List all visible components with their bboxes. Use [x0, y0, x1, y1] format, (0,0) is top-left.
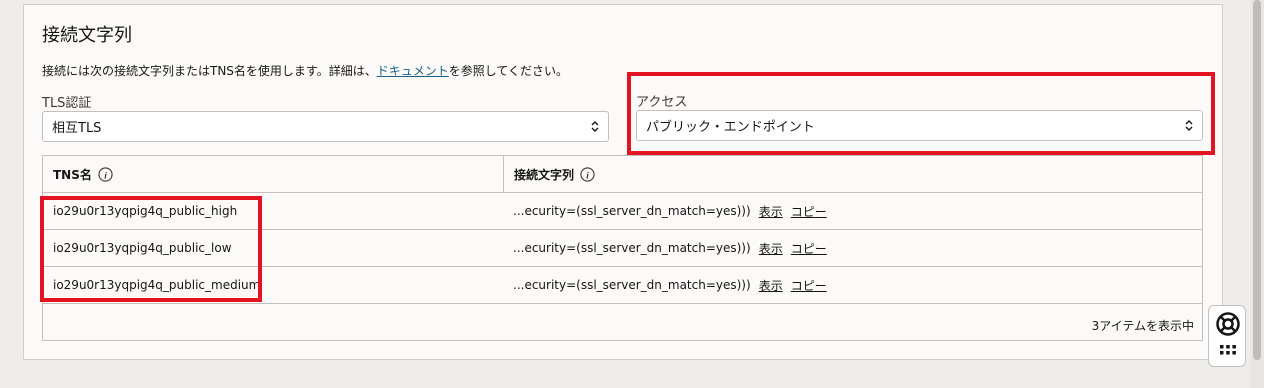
tls-label: TLS認証 [42, 96, 92, 111]
table-row: io29u0r13yqpig4q_public_low ...ecurity=(… [43, 230, 1202, 267]
column-header-tns-label: TNS名 [53, 167, 92, 182]
info-icon[interactable]: i [580, 166, 595, 182]
description-text-before: 接続には次の接続文字列またはTNS名を使用します。詳細は、 [42, 64, 377, 78]
svg-text:i: i [586, 171, 589, 181]
table-row: io29u0r13yqpig4q_public_high ...ecurity=… [43, 193, 1202, 230]
tls-select-value: 相互TLS [52, 121, 102, 136]
connection-string-text: ...ecurity=(ssl_server_dn_match=yes))) [513, 278, 751, 292]
table-header: TNS名 i 接続文字列 i [43, 156, 1202, 193]
show-link[interactable]: 表示 [759, 277, 783, 294]
item-count: 3アイテムを表示中 [1091, 319, 1194, 333]
connection-strings-table: TNS名 i 接続文字列 i io29u0r13yqpig4q_public_h… [42, 155, 1203, 341]
connection-string-text: ...ecurity=(ssl_server_dn_match=yes))) [513, 204, 751, 218]
panel-title: 接続文字列 [42, 25, 132, 46]
scrollbar-thumb[interactable] [1253, 0, 1261, 360]
column-header-tns: TNS名 i [53, 156, 503, 192]
copy-link[interactable]: コピー [791, 240, 827, 257]
grid-icon[interactable] [1219, 344, 1237, 360]
chevron-updown-icon [1185, 120, 1193, 131]
tls-select[interactable]: 相互TLS [42, 111, 609, 142]
access-select[interactable]: パブリック・エンドポイント [636, 110, 1203, 141]
tns-name-cell: io29u0r13yqpig4q_public_low [53, 241, 232, 255]
access-select-value: パブリック・エンドポイント [646, 120, 815, 135]
info-icon[interactable]: i [98, 166, 113, 182]
documentation-link[interactable]: ドキュメント [377, 64, 449, 78]
chevron-updown-icon [591, 121, 599, 132]
page-scrollbar[interactable] [1250, 0, 1264, 388]
description: 接続には次の接続文字列またはTNS名を使用します。詳細は、ドキュメントを参照して… [42, 62, 568, 79]
connection-string-cell: ...ecurity=(ssl_server_dn_match=yes))) 表… [513, 193, 827, 229]
tns-name-cell: io29u0r13yqpig4q_public_medium [53, 278, 261, 292]
table-row: io29u0r13yqpig4q_public_medium ...ecurit… [43, 267, 1202, 304]
help-widget[interactable] [1208, 305, 1246, 367]
copy-link[interactable]: コピー [791, 203, 827, 220]
description-text-after: を参照してください。 [448, 64, 569, 78]
column-header-connection-string-label: 接続文字列 [514, 167, 575, 182]
lifebuoy-icon[interactable] [1215, 311, 1241, 337]
tns-name-cell: io29u0r13yqpig4q_public_high [53, 204, 238, 218]
show-link[interactable]: 表示 [759, 203, 783, 220]
access-label: アクセス [636, 95, 688, 110]
svg-text:i: i [104, 171, 107, 181]
connection-string-cell: ...ecurity=(ssl_server_dn_match=yes))) 表… [513, 267, 827, 303]
column-header-connection-string: 接続文字列 i [503, 156, 1202, 192]
connection-strings-panel: 接続文字列 接続には次の接続文字列またはTNS名を使用します。詳細は、ドキュメン… [23, 4, 1223, 360]
connection-string-cell: ...ecurity=(ssl_server_dn_match=yes))) 表… [513, 230, 827, 266]
connection-string-text: ...ecurity=(ssl_server_dn_match=yes))) [513, 241, 751, 255]
show-link[interactable]: 表示 [759, 240, 783, 257]
copy-link[interactable]: コピー [791, 277, 827, 294]
